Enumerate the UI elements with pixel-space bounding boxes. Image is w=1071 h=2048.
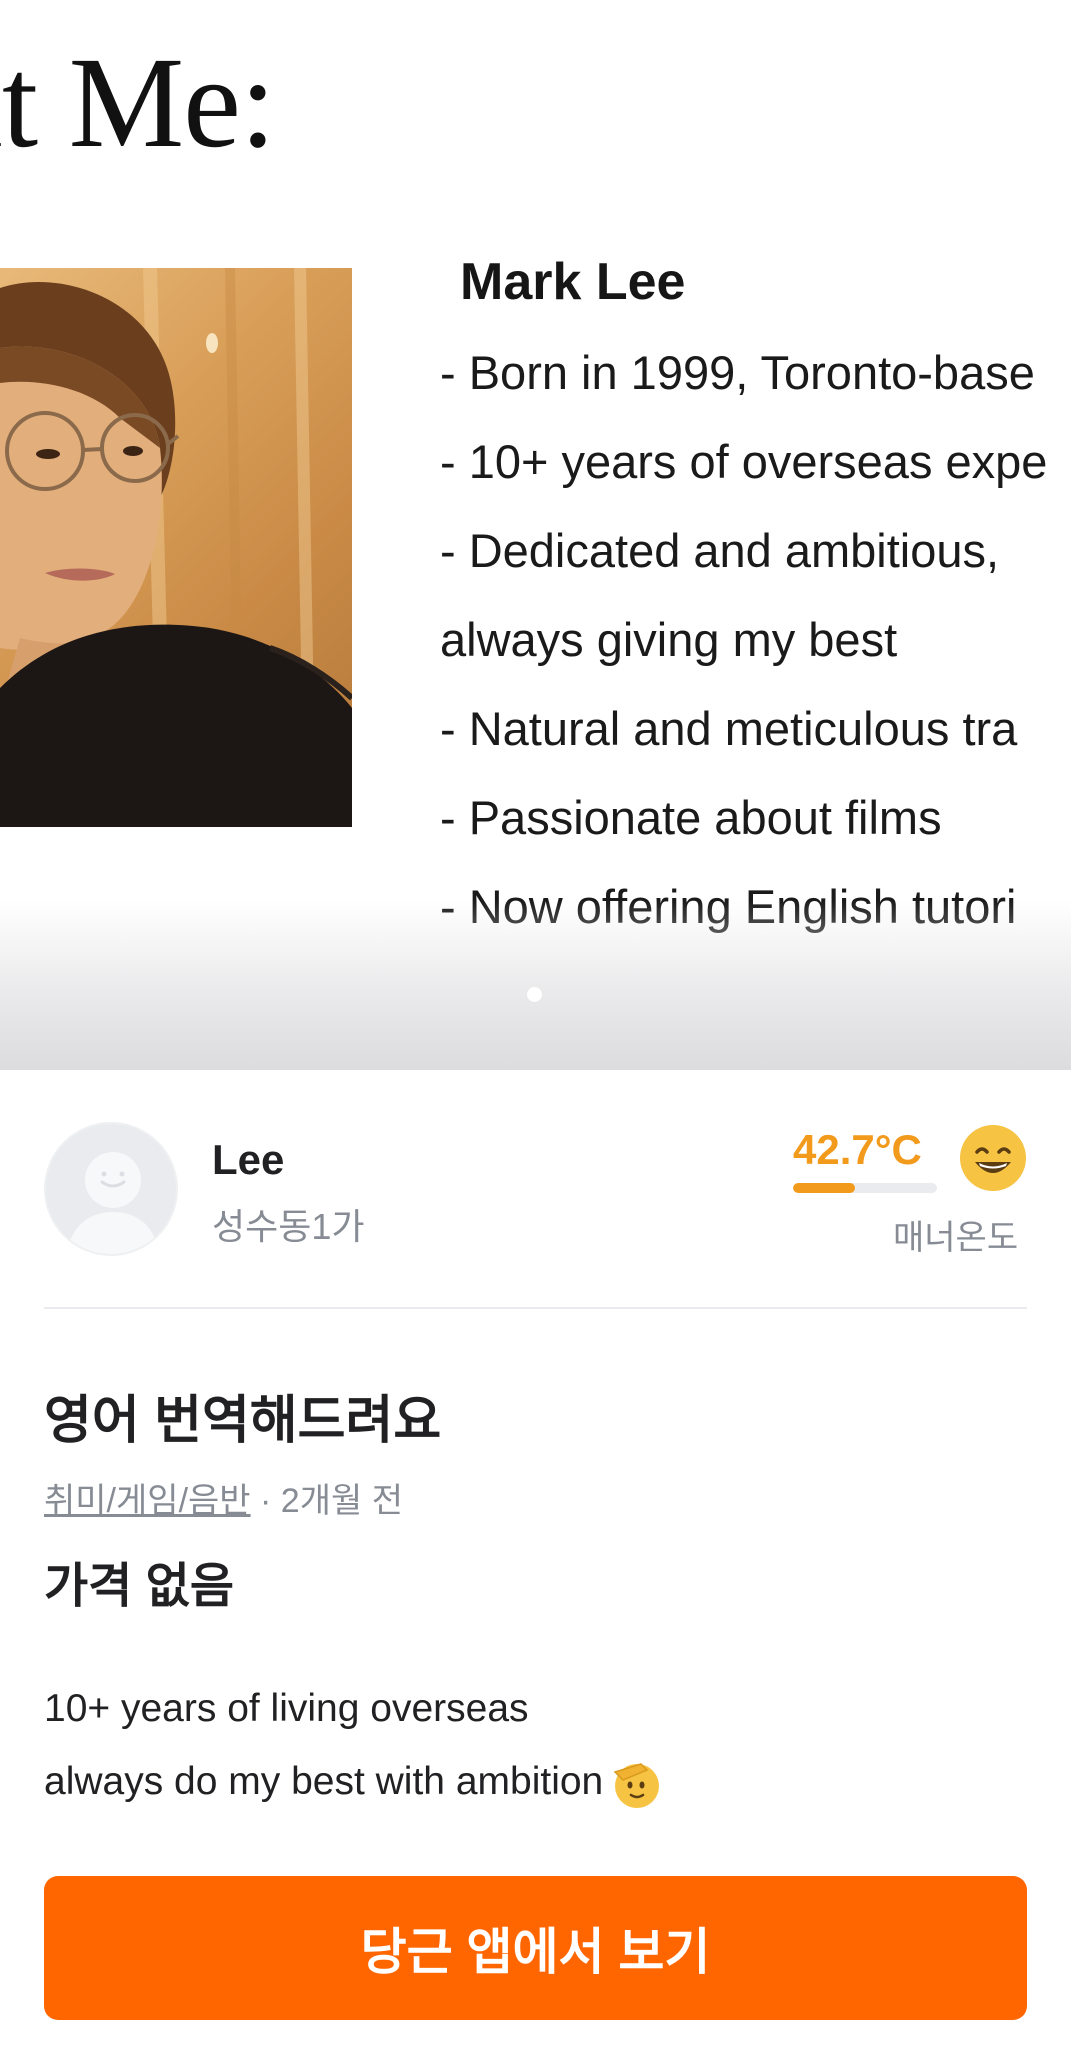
- default-avatar-icon: [66, 1152, 160, 1254]
- open-in-app-button[interactable]: 당근 앱에서 보기: [44, 1876, 1027, 2020]
- category-link[interactable]: 취미/게임/음반: [44, 1482, 251, 1520]
- posted-time: 2개월 전: [280, 1482, 403, 1520]
- image-bio-list: - Born in 1999, Toronto-base - 10+ years…: [440, 328, 1071, 951]
- bio-line: - 10+ years of overseas expe: [440, 435, 1048, 488]
- seller-avatar[interactable]: [44, 1122, 178, 1256]
- listing-meta: 취미/게임/음반 · 2개월 전: [44, 1473, 403, 1522]
- bio-line: - Natural and meticulous tra: [440, 702, 1018, 755]
- manner-temperature-value: 42.7°C: [793, 1126, 922, 1173]
- carousel-page-indicator[interactable]: [527, 987, 542, 1002]
- listing-price: 가격 없음: [44, 1560, 234, 1613]
- bio-line: - Dedicated and ambitious,: [440, 524, 1000, 577]
- bio-line: always giving my best: [440, 613, 898, 666]
- listing-description: 10+ years of living overseas always do m…: [44, 1672, 663, 1818]
- section-divider: [44, 1307, 1027, 1309]
- saluting-face-icon: [613, 1762, 660, 1808]
- grinning-face-icon: [960, 1125, 1026, 1191]
- seller-location: 성수동1가: [212, 1206, 365, 1247]
- listing-image-carousel[interactable]: ut Me: Mark: [0, 0, 1071, 1070]
- manner-temperature-fill: [793, 1183, 855, 1193]
- manner-temperature-label[interactable]: 매너온도: [893, 1210, 1018, 1259]
- profile-photo: [0, 268, 352, 827]
- description-line: 10+ years of living overseas: [44, 1687, 529, 1730]
- image-name-heading: Mark Lee: [460, 253, 686, 311]
- manner-temperature-bar: [793, 1183, 937, 1193]
- image-bottom-gradient: [0, 900, 1071, 1070]
- image-heading: ut Me:: [0, 31, 276, 175]
- seller-name[interactable]: Lee: [212, 1136, 284, 1184]
- listing-title: 영어 번역해드려요: [44, 1392, 442, 1450]
- bio-line: - Passionate about films: [440, 791, 942, 844]
- bio-line: - Born in 1999, Toronto-base: [440, 346, 1035, 399]
- meta-separator: ·: [250, 1482, 281, 1520]
- description-line: always do my best with ambition: [44, 1760, 604, 1803]
